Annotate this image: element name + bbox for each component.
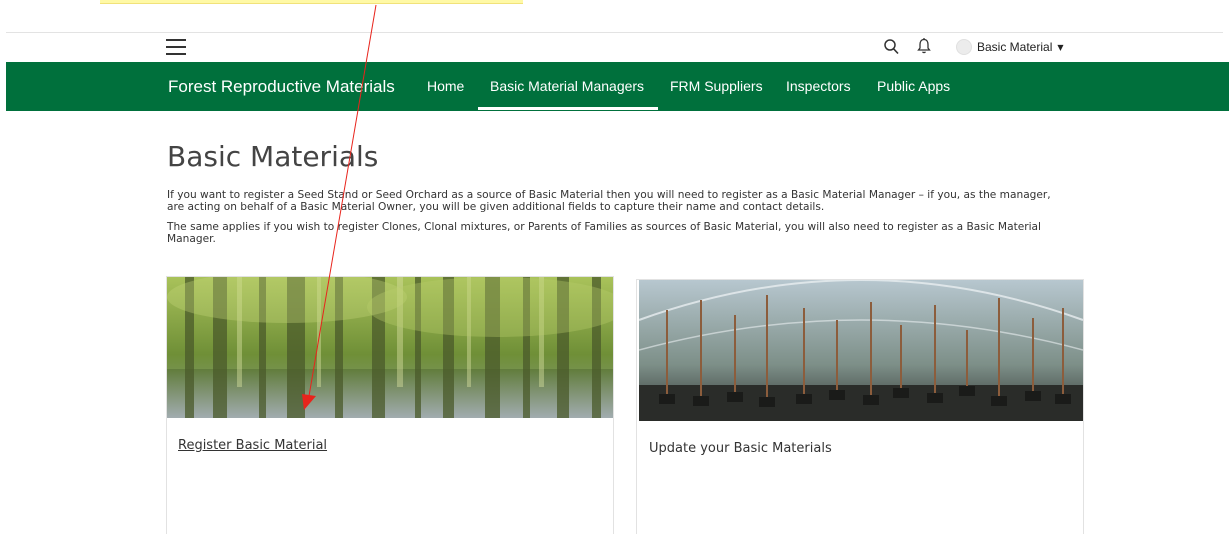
annotation-highlight [100,0,523,4]
nav-frm-suppliers[interactable]: FRM Suppliers [670,78,763,94]
avatar [956,39,972,55]
nav-public-apps[interactable]: Public Apps [877,78,950,94]
search-icon[interactable] [883,38,899,56]
nav-basic-material-managers[interactable]: Basic Material Managers [490,78,644,94]
hamburger-icon[interactable] [166,39,186,55]
brand-link[interactable]: Forest Reproductive Materials [168,77,395,97]
intro-paragraph: If you want to register a Seed Stand or … [167,189,1051,213]
intro-paragraph-2: The same applies if you wish to register… [167,221,1041,245]
utility-bar: Basic Material ▼ [0,33,1229,62]
page-title: Basic Materials [167,140,379,173]
bell-icon[interactable] [916,37,932,55]
main-navbar: Forest Reproductive Materials Home Basic… [6,62,1229,111]
update-basic-materials-link[interactable]: Update your Basic Materials [649,441,832,456]
nav-home[interactable]: Home [427,78,464,94]
forest-image [167,277,613,418]
polytunnel-trees-image [639,280,1083,421]
active-nav-indicator [478,107,658,110]
caret-down-icon: ▼ [1057,42,1064,52]
user-menu[interactable]: Basic Material ▼ [956,37,1064,57]
register-basic-material-card[interactable]: Register Basic Material [166,276,614,534]
register-basic-material-link[interactable]: Register Basic Material [178,438,327,453]
update-basic-materials-card[interactable]: Update your Basic Materials [636,279,1084,534]
user-name: Basic Material [977,40,1053,54]
nav-inspectors[interactable]: Inspectors [786,78,851,94]
